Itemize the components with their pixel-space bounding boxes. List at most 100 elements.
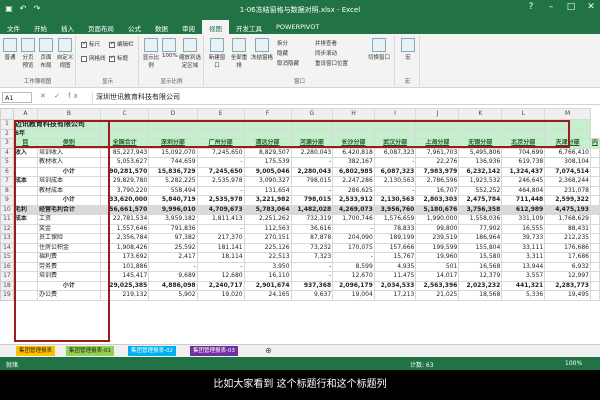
sheet-tab-0[interactable]: 集团管理报表: [16, 346, 56, 356]
value-cell[interactable]: 217,370: [196, 233, 245, 244]
value-cell[interactable]: 16,555: [501, 223, 546, 234]
table-cell[interactable]: [589, 147, 600, 158]
value-cell[interactable]: 331,109: [501, 214, 546, 225]
value-cell[interactable]: 7,245,650: [196, 166, 245, 177]
table-cell[interactable]: [99, 128, 150, 139]
value-cell[interactable]: 6,087,323: [373, 147, 417, 158]
value-cell[interactable]: 2,533,912: [332, 195, 375, 206]
value-cell[interactable]: 1,324,437: [501, 166, 546, 177]
zoom-to-selection-button[interactable]: 缩放到选定区域: [178, 38, 202, 69]
value-cell[interactable]: 711,448: [501, 195, 546, 206]
table-cell[interactable]: [544, 128, 591, 139]
value-cell[interactable]: 5,495,806: [458, 147, 503, 158]
sheet-tab-3[interactable]: 集团管理报表-03: [190, 346, 238, 356]
category-cell[interactable]: 福利费: [36, 252, 101, 263]
value-cell[interactable]: 6,802,985: [332, 166, 375, 177]
header-branch-cell[interactable]: 天津分部: [544, 138, 591, 149]
company-name-cell[interactable]: 迈讯教育科技有限公司: [12, 119, 101, 130]
value-cell[interactable]: -: [290, 261, 334, 272]
section-cell[interactable]: [12, 271, 38, 282]
value-cell[interactable]: 552,252: [458, 185, 503, 196]
value-cell[interactable]: 176,686: [544, 242, 591, 253]
section-cell[interactable]: 毛利: [12, 204, 38, 215]
value-cell[interactable]: 5,282,225: [148, 176, 198, 187]
value-cell[interactable]: 501: [415, 261, 460, 272]
value-cell[interactable]: 97,382: [148, 233, 198, 244]
row-header[interactable]: 12: [0, 223, 14, 234]
value-cell[interactable]: 6,420,818: [332, 147, 375, 158]
table-cell[interactable]: [501, 119, 546, 130]
value-cell[interactable]: 12,379: [458, 271, 503, 282]
section-cell[interactable]: [12, 252, 38, 263]
value-cell[interactable]: 441,321: [501, 280, 546, 291]
value-cell[interactable]: 5,840,719: [148, 195, 198, 206]
header-branch-cell[interactable]: 全国合计: [99, 138, 150, 149]
value-cell[interactable]: 3,557: [501, 271, 546, 282]
tab-home[interactable]: 开始: [27, 20, 54, 34]
value-cell[interactable]: 791,836: [148, 223, 198, 234]
value-cell[interactable]: 1,557,646: [99, 223, 150, 234]
table-cell[interactable]: [589, 195, 600, 206]
value-cell[interactable]: 2,247,286: [332, 176, 375, 187]
value-cell[interactable]: 308,104: [544, 157, 591, 168]
value-cell[interactable]: 2,475,784: [458, 195, 503, 206]
value-cell[interactable]: 85,227,943: [99, 147, 150, 158]
normal-view-button[interactable]: 普通: [2, 38, 18, 61]
header-branch-cell[interactable]: 北京分部: [501, 138, 546, 149]
value-cell[interactable]: -: [373, 185, 417, 196]
value-cell[interactable]: 25,592: [148, 242, 198, 253]
value-cell[interactable]: 4,886,098: [148, 280, 198, 291]
value-cell[interactable]: 17,686: [544, 252, 591, 263]
value-cell[interactable]: 798,015: [290, 176, 334, 187]
value-cell[interactable]: 3,311: [501, 252, 546, 263]
value-cell[interactable]: 9,005,046: [243, 166, 292, 177]
value-cell[interactable]: 286,625: [332, 185, 375, 196]
row-header[interactable]: 18: [0, 280, 14, 291]
value-cell[interactable]: -: [332, 223, 375, 234]
page-break-preview-button[interactable]: 分页预览: [20, 38, 36, 69]
value-cell[interactable]: 2,283,773: [544, 280, 591, 291]
table-cell[interactable]: [544, 119, 591, 130]
value-cell[interactable]: 558,494: [148, 185, 198, 196]
column-header-A[interactable]: A: [12, 108, 38, 120]
section-cell[interactable]: [12, 261, 38, 272]
category-cell[interactable]: 教材收入: [36, 157, 101, 168]
value-cell[interactable]: 3,950: [243, 261, 292, 272]
value-cell[interactable]: 9,689: [148, 271, 198, 282]
value-cell[interactable]: 6,232,142: [458, 166, 503, 177]
name-box[interactable]: A1: [2, 92, 32, 103]
value-cell[interactable]: 2,368,244: [544, 176, 591, 187]
section-cell[interactable]: [12, 233, 38, 244]
section-cell[interactable]: [12, 166, 38, 177]
row-header[interactable]: 4: [0, 147, 14, 158]
value-cell[interactable]: 15,580: [458, 252, 503, 263]
value-cell[interactable]: -: [196, 157, 245, 168]
page-layout-view-button[interactable]: 页面布局: [38, 38, 54, 69]
value-cell[interactable]: 3,956,760: [373, 204, 417, 215]
value-cell[interactable]: 798,015: [290, 195, 334, 206]
header-branch-cell[interactable]: 武汉分部: [373, 138, 417, 149]
value-cell[interactable]: -: [196, 223, 245, 234]
section-cell[interactable]: [12, 157, 38, 168]
value-cell[interactable]: 2,251,262: [243, 214, 292, 225]
value-cell[interactable]: 22,781,534: [99, 214, 150, 225]
ruler-checkbox[interactable]: 标尺: [81, 40, 100, 48]
value-cell[interactable]: 2,417: [148, 252, 198, 263]
value-cell[interactable]: 173,692: [99, 252, 150, 263]
header-branch-cell[interactable]: 河源分部: [290, 138, 334, 149]
section-cell[interactable]: [12, 290, 38, 301]
column-header-K[interactable]: K: [458, 108, 503, 120]
category-cell[interactable]: 住房公积金: [36, 242, 101, 253]
value-cell[interactable]: 612,989: [501, 204, 546, 215]
value-cell[interactable]: 2,280,043: [290, 147, 334, 158]
table-cell[interactable]: [99, 119, 150, 130]
value-cell[interactable]: 744,659: [148, 157, 198, 168]
side-by-side-button[interactable]: 并排查看: [315, 39, 337, 47]
table-cell[interactable]: [589, 280, 600, 291]
value-cell[interactable]: 199,599: [415, 242, 460, 253]
column-header-L[interactable]: L: [501, 108, 546, 120]
value-cell[interactable]: 3,790,220: [99, 185, 150, 196]
value-cell[interactable]: 2,535,978: [196, 176, 245, 187]
table-cell[interactable]: [589, 290, 600, 301]
value-cell[interactable]: 186,964: [458, 233, 503, 244]
